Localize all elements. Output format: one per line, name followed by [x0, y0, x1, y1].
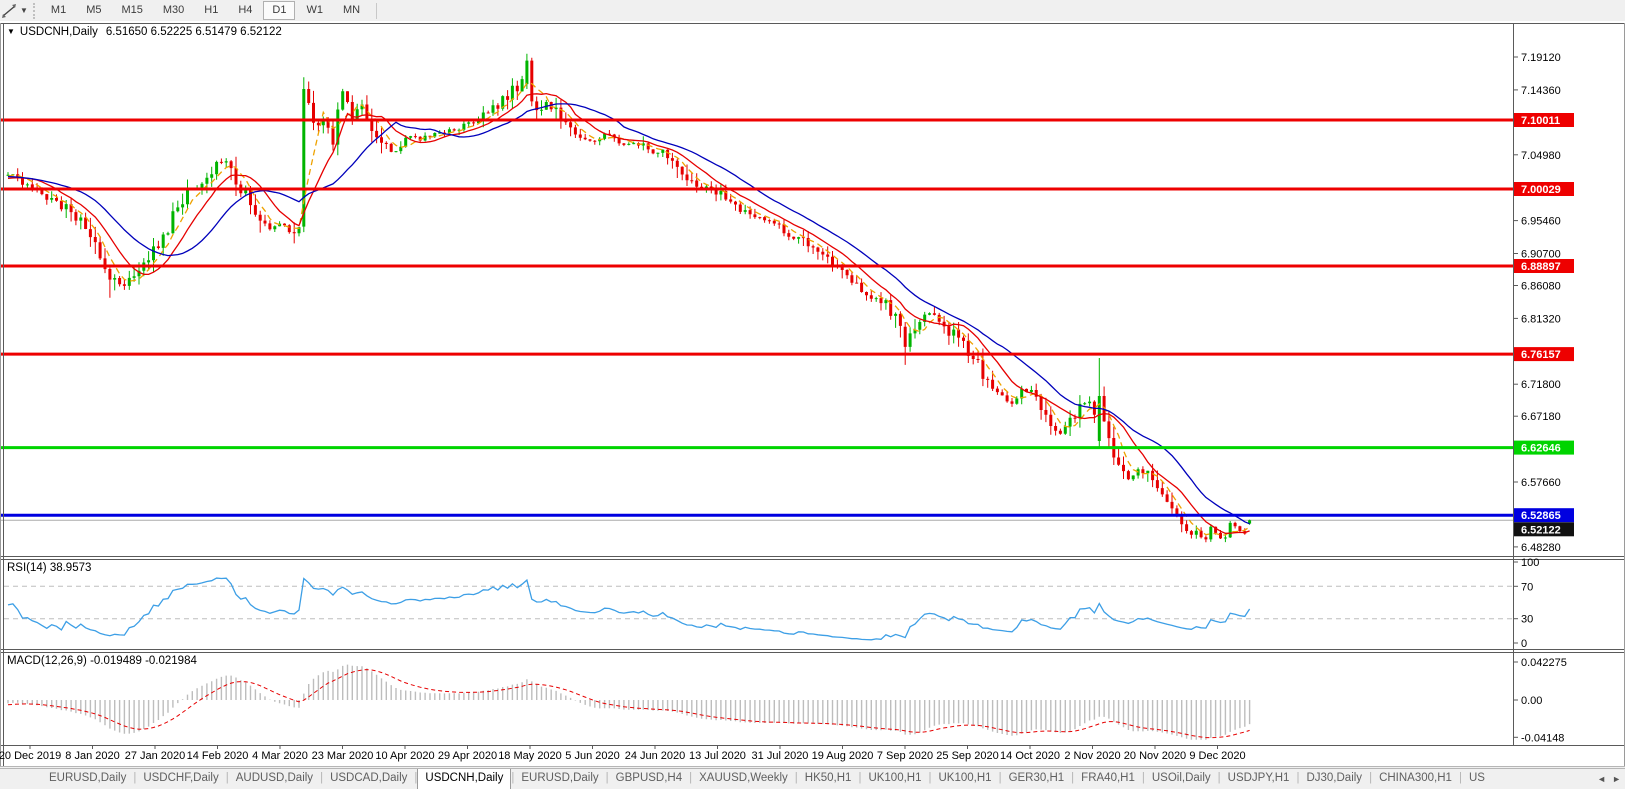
svg-text:6.81320: 6.81320 [1521, 313, 1561, 325]
svg-text:10 Apr 2020: 10 Apr 2020 [375, 750, 434, 762]
ma-slow [7, 103, 1250, 525]
svg-text:27 Jan 2020: 27 Jan 2020 [125, 750, 186, 762]
candles [6, 53, 1252, 543]
symbol-tab-bar: EURUSD,Daily | USDCHF,Daily | AUDUSD,Daily | U… [0, 768, 1625, 789]
toolbar-separator [376, 2, 378, 19]
tab-scroll-left-icon[interactable]: ◄ [1597, 774, 1606, 784]
toolbar-grip[interactable] [32, 2, 35, 19]
price-chart: 7.19120 7.14360 7.04980 6.95460 6.90700 6.860… [0, 21, 1625, 767]
symbol-tab-eurusd-daily[interactable]: EURUSD,Daily [514, 769, 605, 789]
svg-text:7.04980: 7.04980 [1521, 150, 1561, 162]
svg-text:7.10011: 7.10011 [1521, 115, 1560, 127]
svg-text:100: 100 [1521, 557, 1539, 569]
symbol-tab-us[interactable]: US [1462, 769, 1492, 789]
svg-text:7 Sep 2020: 7 Sep 2020 [877, 750, 933, 762]
svg-text:5 Jun 2020: 5 Jun 2020 [565, 750, 619, 762]
symbol-tab-china300-h1[interactable]: CHINA300,H1 [1372, 769, 1459, 789]
timeframe-button-h1[interactable]: H1 [195, 1, 227, 20]
trendline-tool-icon[interactable] [1, 3, 19, 19]
tab-scroll-arrows: ◄ ► [1593, 768, 1625, 789]
symbol-tabs: EURUSD,Daily | USDCHF,Daily | AUDUSD,Daily | U… [0, 769, 1625, 789]
svg-text:14 Feb 2020: 14 Feb 2020 [187, 750, 249, 762]
symbol-tab-fra40-h1[interactable]: FRA40,H1 [1074, 769, 1142, 789]
timeframe-button-d1[interactable]: D1 [263, 1, 296, 20]
svg-text:7.14360: 7.14360 [1521, 85, 1561, 97]
timeframe-toolbar: ▼ M1 M5 M15 M30 H1 H4 D1 W1 MN [0, 0, 1625, 22]
chart-ohlc-values: 6.51650 6.52225 6.51479 6.52122 [105, 26, 282, 38]
svg-text:29 Apr 2020: 29 Apr 2020 [438, 750, 497, 762]
svg-text:0: 0 [1521, 638, 1527, 650]
timeframe-buttons: M1 M5 M15 M30 H1 H4 D1 W1 MN [41, 1, 370, 20]
svg-text:14 Oct 2020: 14 Oct 2020 [1000, 750, 1060, 762]
symbol-tab-eurusd-daily[interactable]: EURUSD,Daily [42, 769, 133, 789]
svg-text:0.00: 0.00 [1521, 695, 1542, 707]
ma-mid [7, 92, 1250, 534]
svg-text:6.48280: 6.48280 [1521, 542, 1561, 554]
price-axis[interactable]: 7.19120 7.14360 7.04980 6.95460 6.90700 6.860… [1513, 52, 1574, 744]
symbol-tab-audusd-daily[interactable]: AUDUSD,Daily [229, 769, 320, 789]
symbol-tab-ger30-h1[interactable]: GER30,H1 [1002, 769, 1072, 789]
svg-text:7.19120: 7.19120 [1521, 52, 1561, 64]
macd-indicator-label: MACD(12,26,9) -0.019489 -0.021984 [7, 655, 197, 667]
svg-text:18 May 2020: 18 May 2020 [498, 750, 562, 762]
svg-text:24 Jun 2020: 24 Jun 2020 [625, 750, 686, 762]
symbol-tab-usoil-daily[interactable]: USOil,Daily [1145, 769, 1218, 789]
symbol-tab-xauusd-weekly[interactable]: XAUUSD,Weekly [692, 769, 795, 789]
svg-text:-0.04148: -0.04148 [1521, 732, 1564, 744]
svg-text:20 Dec 2019: 20 Dec 2019 [0, 750, 61, 762]
svg-text:31 Jul 2020: 31 Jul 2020 [752, 750, 809, 762]
svg-text:6.57660: 6.57660 [1521, 477, 1561, 489]
chart-symbol-label: USDCNH,Daily [19, 26, 98, 38]
rsi-panel [4, 577, 1513, 641]
svg-text:20 Nov 2020: 20 Nov 2020 [1124, 750, 1186, 762]
svg-text:6.52865: 6.52865 [1521, 510, 1561, 522]
symbol-tab-gbpusd-h4[interactable]: GBPUSD,H4 [609, 769, 689, 789]
svg-text:6.95460: 6.95460 [1521, 216, 1561, 228]
chart-title: ▼ USDCNH,Daily 6.51650 6.52225 6.51479 6.5… [7, 26, 282, 38]
tool-dropdown-caret-icon[interactable]: ▼ [20, 6, 28, 15]
svg-text:6.52122: 6.52122 [1521, 524, 1561, 536]
svg-text:30: 30 [1521, 614, 1533, 626]
symbol-tab-uk100-h1[interactable]: UK100,H1 [861, 769, 928, 789]
symbol-tab-usdcnh-daily[interactable]: USDCNH,Daily [417, 769, 512, 789]
svg-text:13 Jul 2020: 13 Jul 2020 [689, 750, 746, 762]
svg-text:6.86080: 6.86080 [1521, 281, 1561, 293]
symbol-tab-usdjpy-h1[interactable]: USDJPY,H1 [1221, 769, 1297, 789]
svg-text:6.76157: 6.76157 [1521, 349, 1561, 361]
svg-text:4 Mar 2020: 4 Mar 2020 [252, 750, 308, 762]
timeframe-button-h4[interactable]: H4 [229, 1, 261, 20]
timeframe-button-mn[interactable]: MN [334, 1, 369, 20]
svg-text:70: 70 [1521, 581, 1533, 593]
svg-text:7.00029: 7.00029 [1521, 184, 1561, 196]
svg-text:9 Dec 2020: 9 Dec 2020 [1189, 750, 1245, 762]
date-axis[interactable]: 20 Dec 2019 8 Jan 2020 27 Jan 2020 14 Feb 2… [0, 745, 1246, 762]
timeframe-button-m15[interactable]: M15 [112, 1, 151, 20]
symbol-tab-dj30-daily[interactable]: DJ30,Daily [1299, 769, 1369, 789]
svg-text:25 Sep 2020: 25 Sep 2020 [936, 750, 998, 762]
svg-text:8 Jan 2020: 8 Jan 2020 [65, 750, 119, 762]
timeframe-button-w1[interactable]: W1 [297, 1, 332, 20]
rsi-indicator-label: RSI(14) 38.9573 [7, 562, 92, 574]
chart-window[interactable]: 7.19120 7.14360 7.04980 6.95460 6.90700 6.860… [0, 21, 1625, 767]
timeframe-button-m5[interactable]: M5 [77, 1, 110, 20]
svg-text:23 Mar 2020: 23 Mar 2020 [312, 750, 374, 762]
svg-text:2 Nov 2020: 2 Nov 2020 [1064, 750, 1120, 762]
symbol-tab-usdchf-daily[interactable]: USDCHF,Daily [136, 769, 225, 789]
symbol-tab-uk100-h1[interactable]: UK100,H1 [932, 769, 999, 789]
tab-scroll-right-icon[interactable]: ► [1612, 774, 1621, 784]
timeframe-button-m1[interactable]: M1 [42, 1, 75, 20]
svg-text:6.88897: 6.88897 [1521, 261, 1561, 273]
svg-text:19 Aug 2020: 19 Aug 2020 [812, 750, 874, 762]
timeframe-button-m30[interactable]: M30 [154, 1, 193, 20]
svg-text:6.67180: 6.67180 [1521, 411, 1561, 423]
svg-text:6.90700: 6.90700 [1521, 249, 1561, 261]
svg-text:0.042275: 0.042275 [1521, 657, 1567, 669]
svg-text:6.71800: 6.71800 [1521, 379, 1561, 391]
macd-panel [7, 664, 1251, 740]
symbol-tab-usdcad-daily[interactable]: USDCAD,Daily [323, 769, 414, 789]
chart-collapse-icon[interactable]: ▼ [7, 27, 15, 36]
symbol-tab-hk50-h1[interactable]: HK50,H1 [798, 769, 859, 789]
svg-text:6.62646: 6.62646 [1521, 443, 1561, 455]
ma-fast [7, 82, 1250, 536]
